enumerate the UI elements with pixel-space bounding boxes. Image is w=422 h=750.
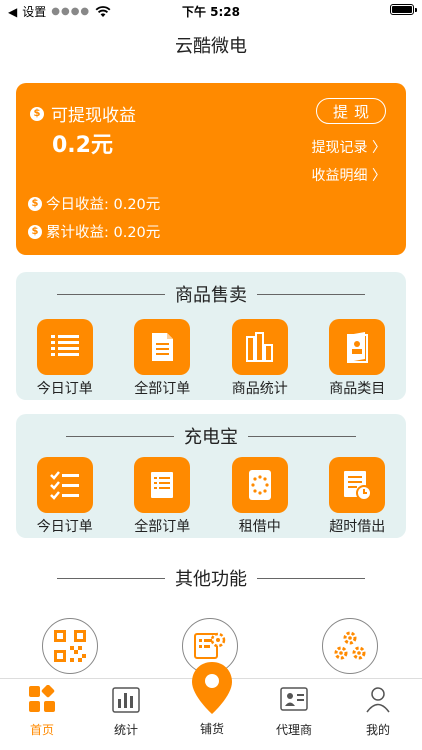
agent-card-icon [280,687,308,711]
tab-stats[interactable]: 统计 [84,685,168,738]
powerbank-renting[interactable]: 租借中 [211,457,309,536]
list-icon [36,319,93,375]
receipt-icon [134,457,191,513]
bar-chart-icon [231,319,288,375]
divider [257,577,365,579]
power-bank-grid: 今日订单 全部订单 租借中 超时借出 [16,457,406,536]
page-title: 云酷微电 [175,36,247,57]
section-title: 其他功能 [175,569,247,590]
loading-device-icon [231,457,288,513]
withdrawable-text: 可提现收益 [51,106,136,126]
divider [57,577,165,579]
tab-agent[interactable]: 代理商 [252,685,336,738]
qr-code-button[interactable] [42,618,98,674]
sales-product-stats[interactable]: 商品统计 [211,319,309,398]
section-header: 商品售卖 [16,282,406,306]
item-label: 商品类目 [329,381,386,397]
status-bar: ◀ 设置 ●●●● 下午 5:28 [0,0,422,22]
tab-label: 统计 [113,723,138,737]
gears-icon [334,631,366,660]
tab-label: 铺货 [199,722,224,736]
location-pin-icon [192,662,232,714]
earnings-detail-link[interactable]: 收益明细 〉 [312,165,386,185]
catalog-book-icon [329,319,386,375]
tab-me[interactable]: 我的 [336,685,420,738]
document-icon [134,319,191,375]
earnings-card: $ 可提现收益 0.2元 提现 提现记录 〉 收益明细 〉 $ 今日收益: 0.… [16,83,406,255]
battery-icon [390,4,417,15]
tab-label: 我的 [365,723,390,737]
checklist-icon [36,457,93,513]
total-earnings: $ 累计收益: 0.20元 [28,221,160,242]
product-sales-section: 商品售卖 今日订单 全部订单 商品统计 商品类目 [16,272,406,400]
divider [248,435,356,437]
item-label: 超时借出 [329,519,386,535]
sales-grid: 今日订单 全部订单 商品统计 商品类目 [16,319,406,398]
powerbank-today-orders[interactable]: 今日订单 [16,457,114,536]
divider [57,293,165,295]
person-icon [366,687,390,713]
divider [257,293,365,295]
tab-label: 代理商 [275,723,312,737]
gears-settings-button[interactable] [322,618,378,674]
item-label: 全部订单 [134,519,191,535]
today-earnings: $ 今日收益: 0.20元 [28,193,160,214]
status-time: 下午 5:28 [181,5,241,19]
coin-icon: $ [30,106,44,121]
divider [66,435,174,437]
withdrawable-amount: 0.2元 [52,133,113,158]
withdrawable-label: $ 可提现收益 [30,101,136,126]
section-title: 商品售卖 [175,285,247,306]
section-title: 充电宝 [184,427,238,448]
power-bank-section: 充电宝 今日订单 全部订单 租借中 超时借出 [16,414,406,538]
device-gear-icon [194,632,226,659]
today-earnings-text: 今日收益: 0.20元 [46,197,161,213]
coin-icon: $ [28,196,42,211]
withdraw-history-link[interactable]: 提现记录 〉 [312,137,386,157]
bar-chart-icon [112,687,140,713]
item-label: 全部订单 [134,381,191,397]
powerbank-all-orders[interactable]: 全部订单 [114,457,212,536]
qr-code-icon [54,630,86,662]
tab-home[interactable]: 首页 [0,685,84,738]
powerbank-overtime[interactable]: 超时借出 [309,457,407,536]
item-label: 商品统计 [231,381,288,397]
sales-all-orders[interactable]: 全部订单 [114,319,212,398]
home-grid-icon [29,685,55,712]
item-label: 今日订单 [36,519,93,535]
item-label: 租借中 [238,519,281,535]
total-earnings-text: 累计收益: 0.20元 [46,225,161,241]
coin-icon: $ [28,224,42,239]
document-clock-icon [329,457,386,513]
item-label: 今日订单 [36,381,93,397]
other-functions-header: 其他功能 [0,566,422,590]
sales-product-categories[interactable]: 商品类目 [309,319,407,398]
tab-label: 首页 [29,723,54,737]
section-header: 充电宝 [16,424,406,448]
tab-distribute[interactable]: 铺货 [189,660,235,737]
withdraw-button[interactable]: 提现 [316,98,386,124]
sales-today-orders[interactable]: 今日订单 [16,319,114,398]
